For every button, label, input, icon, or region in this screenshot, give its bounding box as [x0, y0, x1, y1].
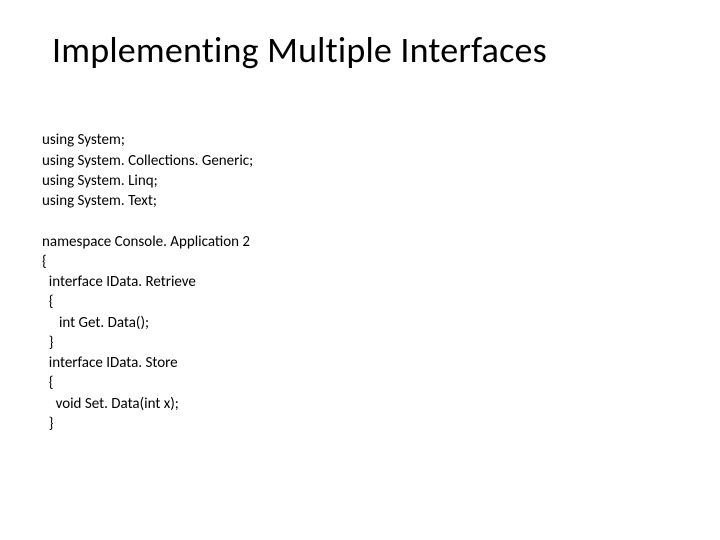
code-line: interface IData. Retrieve	[42, 273, 196, 291]
code-line: {	[42, 374, 54, 392]
code-line: using System;	[42, 131, 125, 149]
code-line: }	[42, 415, 54, 433]
code-line: }	[42, 334, 54, 352]
code-line: using System. Collections. Generic;	[42, 152, 253, 170]
slide-title: Implementing Multiple Interfaces	[52, 28, 690, 72]
code-line: namespace Console. Application 2	[42, 233, 250, 251]
slide: Implementing Multiple Interfaces using S…	[0, 0, 720, 540]
code-line: {	[42, 253, 47, 271]
code-line: int Get. Data();	[42, 314, 149, 332]
code-line: void Set. Data(int x);	[42, 395, 179, 413]
code-line: interface IData. Store	[42, 354, 178, 372]
code-line: using System. Text;	[42, 192, 157, 210]
code-line: using System. Linq;	[42, 172, 158, 190]
code-line: {	[42, 293, 54, 311]
code-block: using System; using System. Collections.…	[42, 110, 680, 454]
